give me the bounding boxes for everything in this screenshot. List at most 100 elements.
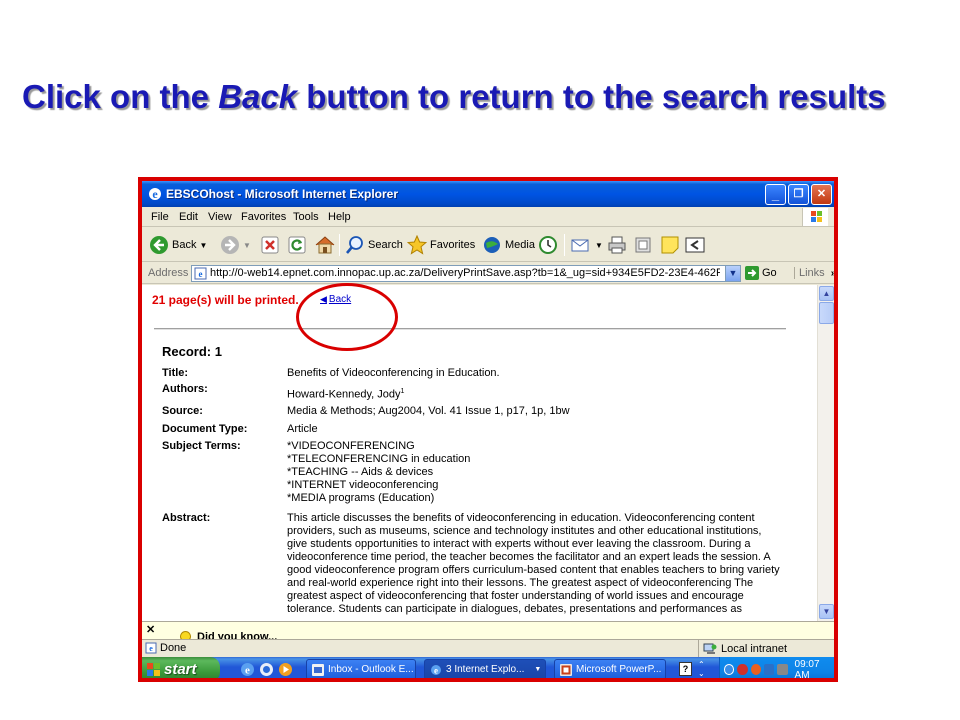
favorites-toolbar-button[interactable]: Favorites <box>407 233 475 257</box>
clock: 09:07 AM <box>794 658 820 681</box>
page-done-icon: e <box>145 642 157 654</box>
toolbar-separator <box>564 234 565 256</box>
menu-help[interactable]: Help <box>328 211 351 223</box>
favorites-star-icon <box>407 235 427 255</box>
toolbar-separator <box>339 234 340 256</box>
task-outlook[interactable]: Inbox - Outlook E... <box>306 659 416 678</box>
windows-logo-icon <box>802 208 828 226</box>
subject-terms: *VIDEOCONFERENCING *TELECONFERENCING in … <box>287 440 470 505</box>
address-bar: Address e http://0-web14.epnet.com.innop… <box>142 263 834 284</box>
forward-toolbar-button[interactable]: ▼ <box>220 233 251 257</box>
svg-text:e: e <box>149 644 153 653</box>
task-powerpoint[interactable]: Microsoft PowerP... <box>554 659 666 678</box>
menu-favorites[interactable]: Favorites <box>241 211 286 223</box>
menu-tools[interactable]: Tools <box>293 211 319 223</box>
vertical-scrollbar[interactable]: ▲ ▼ <box>817 285 834 621</box>
menu-bar: File Edit View Favorites Tools Help <box>142 207 834 227</box>
scroll-thumb[interactable] <box>819 302 834 324</box>
menu-file[interactable]: File <box>151 211 169 223</box>
home-icon <box>315 236 335 254</box>
powerpoint-icon <box>560 663 572 676</box>
menu-edit[interactable]: Edit <box>179 211 198 223</box>
subject-term[interactable]: *MEDIA programs (Education) <box>287 492 470 505</box>
tray-connection-icon[interactable] <box>763 664 775 675</box>
page-content: 21 page(s) will be printed. ◀ Back Recor… <box>142 285 817 621</box>
subject-term[interactable]: *TEACHING -- Aids & devices <box>287 466 470 479</box>
close-button[interactable]: ✕ <box>811 184 832 205</box>
quicklaunch-outlook-icon[interactable] <box>259 662 274 677</box>
scroll-up-button[interactable]: ▲ <box>819 286 834 301</box>
tray-speaker-icon[interactable] <box>777 664 788 675</box>
search-icon <box>346 236 363 254</box>
tray-security-icon[interactable] <box>737 664 748 675</box>
title-label: Title: <box>162 367 189 379</box>
stop-button[interactable] <box>260 233 280 257</box>
print-icon <box>608 236 626 254</box>
back-toolbar-button[interactable]: Back ▼ <box>149 233 207 257</box>
messenger-button[interactable] <box>685 233 705 257</box>
menu-view[interactable]: View <box>208 211 232 223</box>
slide: Click on the Back button to return to th… <box>0 0 960 720</box>
print-button[interactable] <box>607 233 627 257</box>
address-label: Address <box>148 267 189 279</box>
subject-term[interactable]: *VIDEOCONFERENCING <box>287 440 470 453</box>
slide-title: Click on the Back button to return to th… <box>22 78 886 115</box>
start-button[interactable]: start <box>142 657 220 678</box>
task-internet-explorer[interactable]: e 3 Internet Explo... ▼ <box>424 659 546 678</box>
subject-term[interactable]: *INTERNET videoconferencing <box>287 479 470 492</box>
chevron-down-icon: ▼ <box>534 666 542 673</box>
history-button[interactable] <box>538 233 558 257</box>
chevron-down-icon: ▼ <box>243 240 251 250</box>
tray-antivirus-icon[interactable] <box>750 664 761 675</box>
media-globe-icon <box>484 237 500 253</box>
url-text: http://0-web14.epnet.com.innopac.up.ac.z… <box>210 267 720 279</box>
status-bar: e Done Local intranet <box>142 639 834 657</box>
toolbar: Back ▼ ▼ Search Favorites Media ▼ <box>142 228 834 262</box>
highlight-circle <box>296 283 398 351</box>
title-value: Benefits of Videoconferencing in Educati… <box>287 367 500 379</box>
mail-button[interactable]: ▼ <box>570 233 603 257</box>
links-button[interactable]: Links» <box>794 267 837 279</box>
doctype-label: Document Type: <box>162 423 248 435</box>
refresh-button[interactable] <box>287 233 307 257</box>
maximize-button[interactable]: ❐ <box>788 184 809 205</box>
chevron-right-icon: » <box>830 268 837 279</box>
stop-icon <box>261 236 279 254</box>
language-toggle-icon[interactable]: ⌃ ⌄ <box>698 660 705 678</box>
ie-icon: e <box>431 664 441 675</box>
info-bar: ✕ Did you know... <box>142 621 834 643</box>
address-input[interactable]: e http://0-web14.epnet.com.innopac.up.ac… <box>191 265 741 282</box>
media-toolbar-button[interactable]: Media <box>482 233 535 257</box>
help-icon[interactable]: ? <box>679 662 692 676</box>
search-toolbar-button[interactable]: Search <box>345 233 403 257</box>
discuss-button[interactable] <box>660 233 680 257</box>
subject-term[interactable]: *TELECONFERENCING in education <box>287 453 470 466</box>
refresh-icon <box>288 236 306 254</box>
address-dropdown-button[interactable]: ▼ <box>725 266 740 281</box>
scroll-down-button[interactable]: ▼ <box>819 604 834 619</box>
infobar-close-button[interactable]: ✕ <box>146 623 155 636</box>
minimize-button[interactable]: _ <box>765 184 786 205</box>
quicklaunch-media-icon[interactable] <box>278 662 293 677</box>
chevron-down-icon: ▼ <box>595 240 603 250</box>
title-bar: e EBSCOhost - Microsoft Internet Explore… <box>142 181 834 207</box>
edit-button[interactable] <box>634 233 652 257</box>
browser-screenshot: e EBSCOhost - Microsoft Internet Explore… <box>138 177 838 682</box>
abstract-text: This article discusses the benefits of v… <box>287 512 780 615</box>
status-text: Done <box>160 642 187 654</box>
source-label: Source: <box>162 405 203 417</box>
outlook-icon <box>312 663 324 676</box>
doctype-value: Article <box>287 423 318 435</box>
svg-text:e: e <box>152 187 158 201</box>
go-button[interactable]: Go <box>745 266 777 280</box>
history-icon <box>539 236 557 254</box>
authors-label: Authors: <box>162 383 208 395</box>
ie-logo-icon: e <box>149 187 161 201</box>
abstract-label: Abstract: <box>162 512 211 524</box>
home-button[interactable] <box>314 233 336 257</box>
system-tray: 09:07 AM <box>719 657 834 681</box>
window-title: EBSCOhost - Microsoft Internet Explorer <box>166 187 399 201</box>
quicklaunch-ie-icon[interactable]: e <box>240 662 255 677</box>
svg-text:e: e <box>199 269 203 279</box>
tray-network-icon[interactable] <box>724 664 735 675</box>
